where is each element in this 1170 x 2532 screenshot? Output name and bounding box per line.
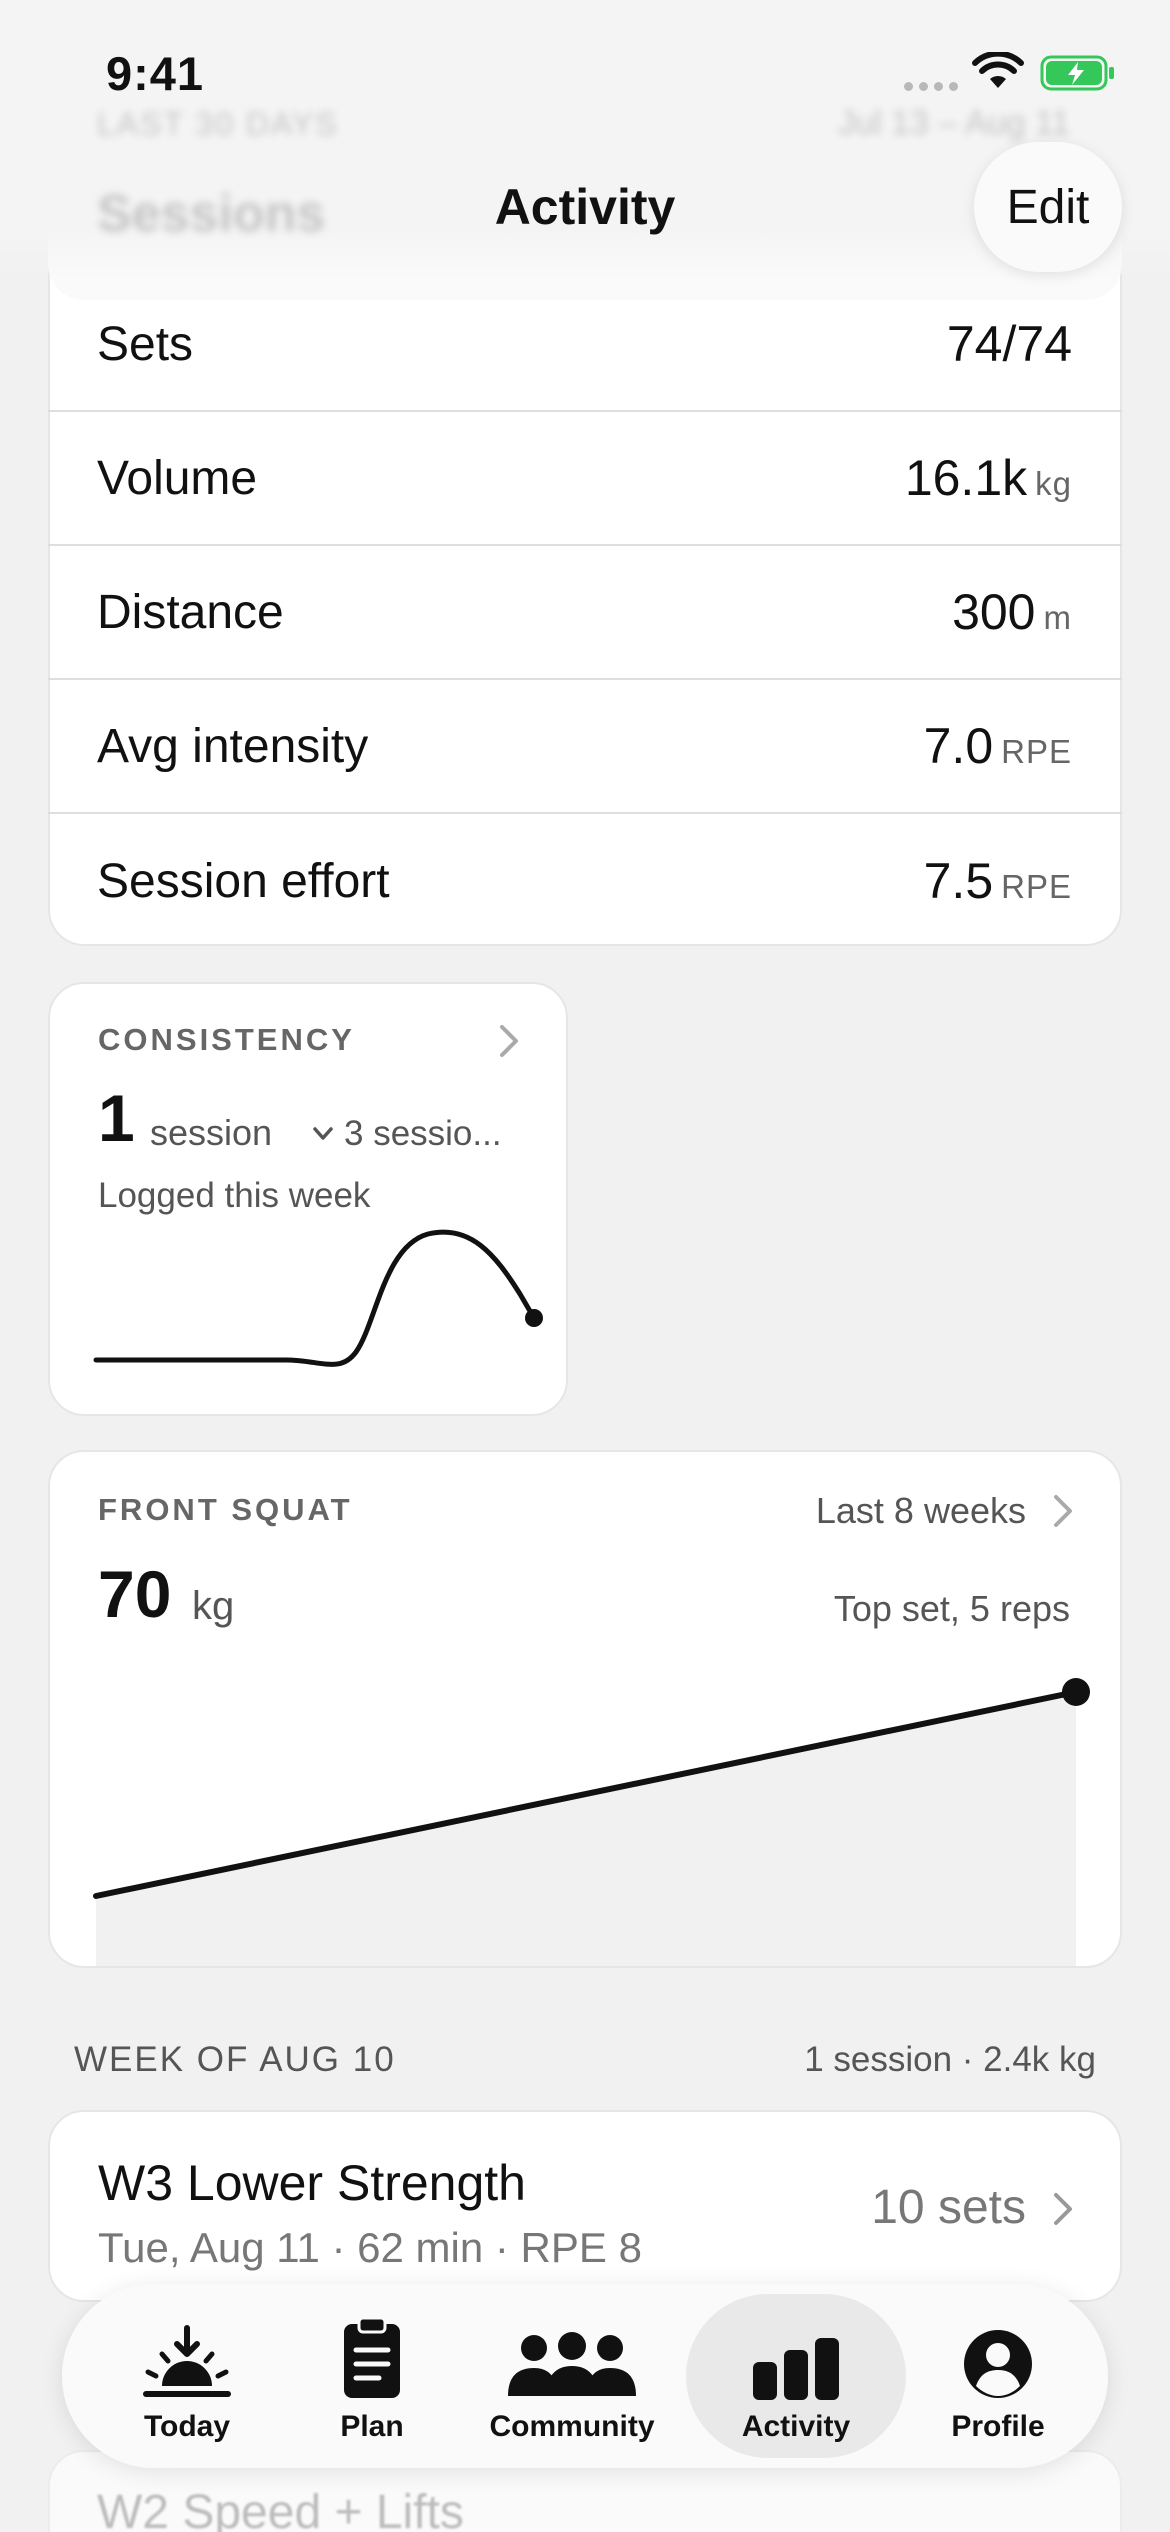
session-sets: 10 sets [871, 2181, 1026, 2234]
session-meta: Tue, Aug 11 · 62 min · RPE 8 [98, 2224, 642, 2271]
tab-bar: Today Plan Community Activity Profile [62, 2284, 1108, 2468]
cellular-signal-icon [904, 82, 958, 91]
person-circle-icon [964, 2330, 1032, 2398]
tab-profile[interactable]: Profile [908, 2284, 1088, 2468]
stat-value: 74/74 [946, 316, 1072, 372]
consistency-card[interactable]: CONSISTENCY 1 session 3 sessio... Logged… [48, 982, 568, 1416]
status-time: 9:41 [106, 47, 205, 100]
stat-value: 7.5 [923, 853, 994, 909]
stat-unit: m [1043, 599, 1072, 636]
front-squat-label: FRONT SQUAT [98, 1492, 353, 1527]
sunrise-icon [143, 2325, 231, 2397]
stat-unit: kg [1035, 465, 1072, 502]
battery-charging-icon [1040, 55, 1114, 91]
tab-label: Activity [741, 2410, 851, 2443]
stat-unit: RPE [1001, 733, 1072, 770]
stat-row-session-effort: Session effort 7.5 RPE [48, 814, 1122, 948]
tab-activity[interactable]: Activity [686, 2284, 906, 2468]
stat-row-distance: Distance 300 m [48, 546, 1122, 680]
tab-community[interactable]: Community [462, 2284, 682, 2468]
stat-value: 16.1k [904, 450, 1028, 506]
wifi-icon [972, 52, 1024, 88]
stat-row-volume: Volume 16.1k kg [48, 412, 1122, 546]
stat-value: 300 [952, 584, 1036, 640]
stat-unit: RPE [1001, 868, 1072, 905]
front-squat-value: 70 [98, 1557, 172, 1631]
tab-label: Profile [951, 2410, 1045, 2443]
bar-chart-icon [753, 2338, 839, 2400]
status-bar: 9:41 [0, 0, 1170, 140]
stat-value: 7.0 [923, 718, 994, 774]
stat-label: Avg intensity [97, 719, 369, 773]
stat-row-avg-intensity: Avg intensity 7.0 RPE [48, 680, 1122, 814]
tab-plan[interactable]: Plan [282, 2284, 462, 2468]
front-squat-range[interactable]: Last 8 weeks [816, 1490, 1026, 1532]
next-session-title: W2 Speed + Lifts [97, 2486, 464, 2532]
tab-label: Community [489, 2410, 655, 2443]
week-header: WEEK OF AUG 10 [74, 2040, 396, 2079]
stat-label: Sets [97, 317, 194, 371]
stat-label: Volume [97, 451, 258, 505]
session-title: W3 Lower Strength [98, 2155, 526, 2211]
stat-label: Distance [97, 585, 284, 639]
people-icon [508, 2332, 636, 2396]
chevron-right-icon [1054, 2193, 1072, 2225]
consistency-sparkline [93, 1229, 543, 1367]
front-squat-note: Top set, 5 reps [833, 1588, 1070, 1629]
edit-button[interactable]: Edit [974, 142, 1122, 272]
front-squat-unit: kg [192, 1584, 235, 1628]
front-squat-card[interactable]: FRONT SQUAT Last 8 weeks 70 kg Top set, … [48, 1450, 1122, 1968]
clipboard-icon [344, 2316, 400, 2398]
tab-today[interactable]: Today [92, 2284, 282, 2468]
session-card[interactable]: W3 Lower Strength Tue, Aug 11 · 62 min ·… [48, 2110, 1122, 2302]
stat-label: Session effort [97, 854, 390, 908]
chevron-right-icon [1054, 1495, 1072, 1527]
week-summary: 1 session · 2.4k kg [804, 2040, 1096, 2079]
tab-label: Today [143, 2410, 231, 2443]
tab-label: Plan [340, 2410, 404, 2443]
